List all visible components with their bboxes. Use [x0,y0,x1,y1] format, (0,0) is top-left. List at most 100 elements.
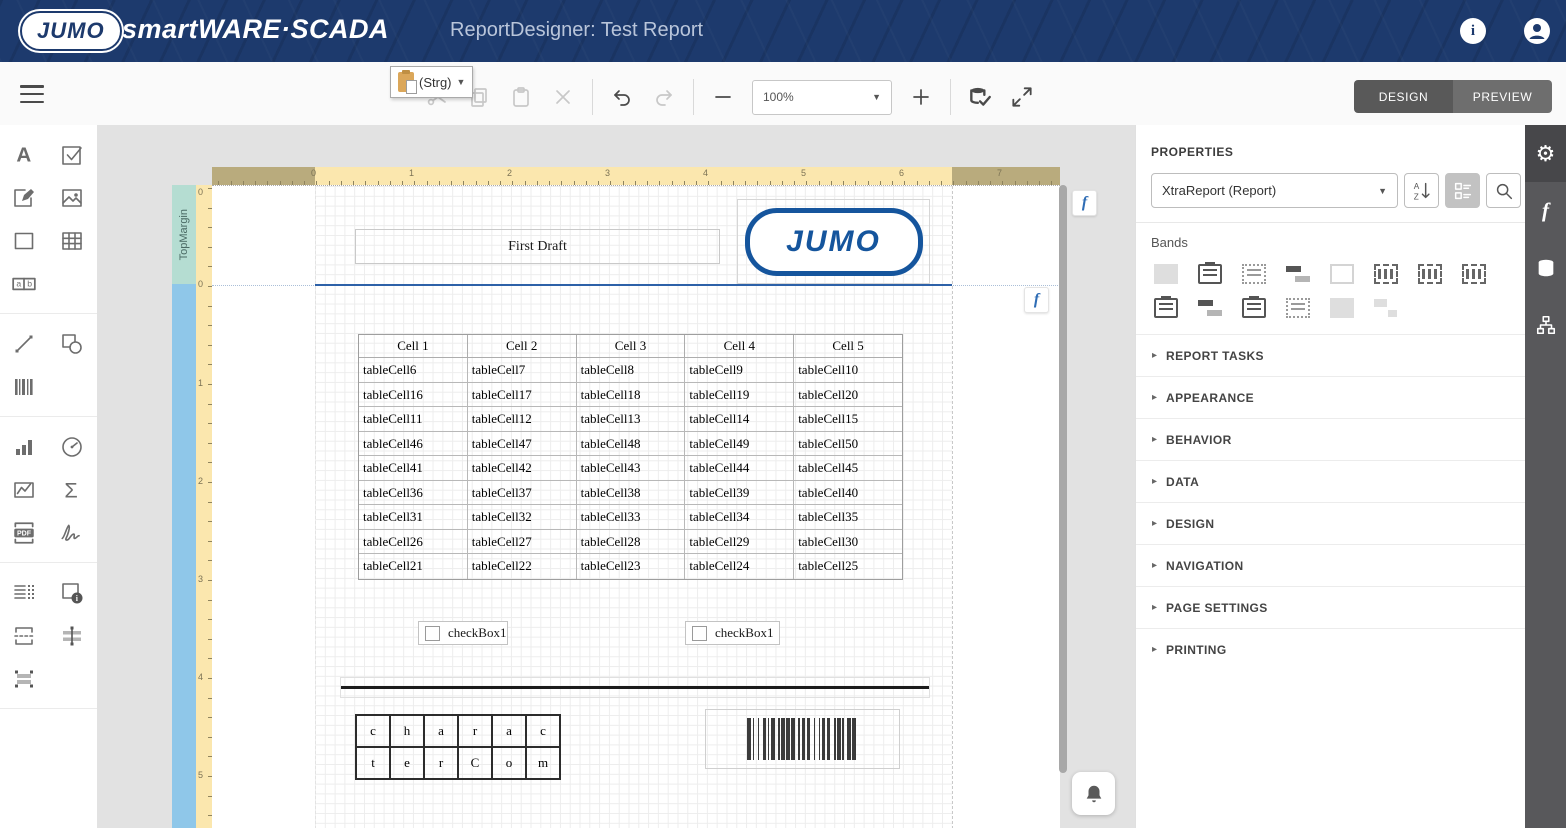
table-cell[interactable]: tableCell41 [359,456,468,481]
character-comb-element[interactable]: characterCom [355,714,561,780]
band-icon[interactable] [1286,298,1310,318]
table-cell[interactable]: tableCell21 [359,554,468,579]
table-cell[interactable]: tableCell39 [685,481,794,506]
cross-band-box-tool[interactable] [0,657,48,700]
table-cell[interactable]: tableCell19 [685,383,794,408]
band-icon[interactable] [1418,264,1442,284]
band-icon[interactable] [1286,264,1310,284]
info-button[interactable]: i [1460,18,1486,44]
table-cell[interactable]: tableCell20 [794,383,902,408]
user-account-button[interactable] [1524,18,1550,44]
barcode-element[interactable] [705,709,900,769]
comb-cell[interactable]: e [390,747,424,779]
comb-cell[interactable]: r [424,747,458,779]
band-icon[interactable] [1374,264,1398,284]
section-report-tasks[interactable]: ▸REPORT TASKS [1136,334,1525,376]
section-design[interactable]: ▸DESIGN [1136,502,1525,544]
detail-band-tab[interactable] [172,284,196,828]
band-icon[interactable] [1330,298,1354,318]
element-selector-dropdown[interactable]: XtraReport (Report) ▼ [1151,173,1398,208]
zoom-out-button[interactable] [710,84,736,110]
table-cell[interactable]: tableCell48 [577,432,686,457]
design-tab[interactable]: DESIGN [1354,80,1453,113]
check-box-tool[interactable] [48,133,96,176]
table-header-cell[interactable]: Cell 5 [794,335,902,358]
table-of-contents-tool[interactable] [0,571,48,614]
table-cell[interactable]: tableCell23 [577,554,686,579]
band-icon[interactable] [1154,298,1178,318]
table-cell[interactable]: tableCell50 [794,432,902,457]
rail-report-explorer-tab[interactable] [1525,296,1566,353]
table-header-cell[interactable]: Cell 3 [577,335,686,358]
page-break-tool[interactable] [0,614,48,657]
report-table[interactable]: Cell 1Cell 2Cell 3Cell 4Cell 5tableCell6… [358,334,903,580]
page-info-tool[interactable]: i [48,571,96,614]
sort-alphabetical-button[interactable]: A Z [1404,173,1439,208]
table-header-cell[interactable]: Cell 4 [685,335,794,358]
section-data[interactable]: ▸DATA [1136,460,1525,502]
fullscreen-button[interactable] [1009,84,1035,110]
table-cell[interactable]: tableCell34 [685,505,794,530]
line-element[interactable] [340,677,930,698]
table-cell[interactable]: tableCell46 [359,432,468,457]
table-cell[interactable]: tableCell16 [359,383,468,408]
table-cell[interactable]: tableCell36 [359,481,468,506]
table-cell[interactable]: tableCell11 [359,407,468,432]
report-page[interactable]: First Draft JUMO Cell 1Cell 2Cell 3Cell … [212,185,1060,828]
section-appearance[interactable]: ▸APPEARANCE [1136,376,1525,418]
rail-field-list-tab[interactable] [1525,239,1566,296]
band-icon[interactable] [1330,264,1354,284]
canvas-vertical-scrollbar[interactable] [1059,185,1067,773]
line-tool[interactable] [0,322,48,365]
table-cell[interactable]: tableCell10 [794,358,902,383]
checkbox-element-2[interactable]: checkBox1 [685,621,780,645]
table-cell[interactable]: tableCell24 [685,554,794,579]
comb-cell[interactable]: m [526,747,560,779]
notifications-button[interactable] [1072,772,1115,815]
delete-button[interactable] [550,84,576,110]
table-cell[interactable]: tableCell44 [685,456,794,481]
redo-button[interactable] [651,84,677,110]
barcode-tool[interactable] [0,365,48,408]
undo-button[interactable] [609,84,635,110]
top-margin-band-tab[interactable]: TopMargin [172,185,196,284]
label-tool[interactable]: A [0,133,48,176]
pdf-content-tool[interactable]: PDF [0,511,48,554]
table-cell[interactable]: tableCell40 [794,481,902,506]
band-icon[interactable] [1154,264,1178,284]
table-cell[interactable]: tableCell47 [468,432,577,457]
section-behavior[interactable]: ▸BEHAVIOR [1136,418,1525,460]
table-cell[interactable]: tableCell43 [577,456,686,481]
band-icon[interactable] [1374,298,1398,318]
section-navigation[interactable]: ▸NAVIGATION [1136,544,1525,586]
comb-cell[interactable]: C [458,747,492,779]
table-cell[interactable]: tableCell26 [359,530,468,555]
band-icon[interactable] [1242,298,1266,318]
cross-band-line-tool[interactable] [48,614,96,657]
comb-cell[interactable]: c [356,715,390,747]
expression-chip-topmargin[interactable]: f [1072,190,1097,216]
table-cell[interactable]: tableCell35 [794,505,902,530]
chart-tool[interactable] [0,425,48,468]
table-cell[interactable]: tableCell18 [577,383,686,408]
comb-cell[interactable]: t [356,747,390,779]
table-cell[interactable]: tableCell32 [468,505,577,530]
expression-chip-detail[interactable]: f [1024,287,1049,313]
table-header-cell[interactable]: Cell 2 [468,335,577,358]
preview-tab[interactable]: PREVIEW [1453,80,1552,113]
band-separator[interactable] [315,284,952,286]
table-cell[interactable]: tableCell27 [468,530,577,555]
report-logo-picture[interactable]: JUMO [737,199,930,284]
band-icon[interactable] [1462,264,1486,284]
table-cell[interactable]: tableCell29 [685,530,794,555]
table-header-cell[interactable]: Cell 1 [359,335,468,358]
table-cell[interactable]: tableCell12 [468,407,577,432]
comb-cell[interactable]: a [424,715,458,747]
table-cell[interactable]: tableCell25 [794,554,902,579]
table-cell[interactable]: tableCell31 [359,505,468,530]
report-title-label[interactable]: First Draft [355,229,720,264]
table-cell[interactable]: tableCell8 [577,358,686,383]
search-properties-button[interactable] [1486,173,1521,208]
sparkline-tool[interactable] [0,468,48,511]
table-cell[interactable]: tableCell38 [577,481,686,506]
